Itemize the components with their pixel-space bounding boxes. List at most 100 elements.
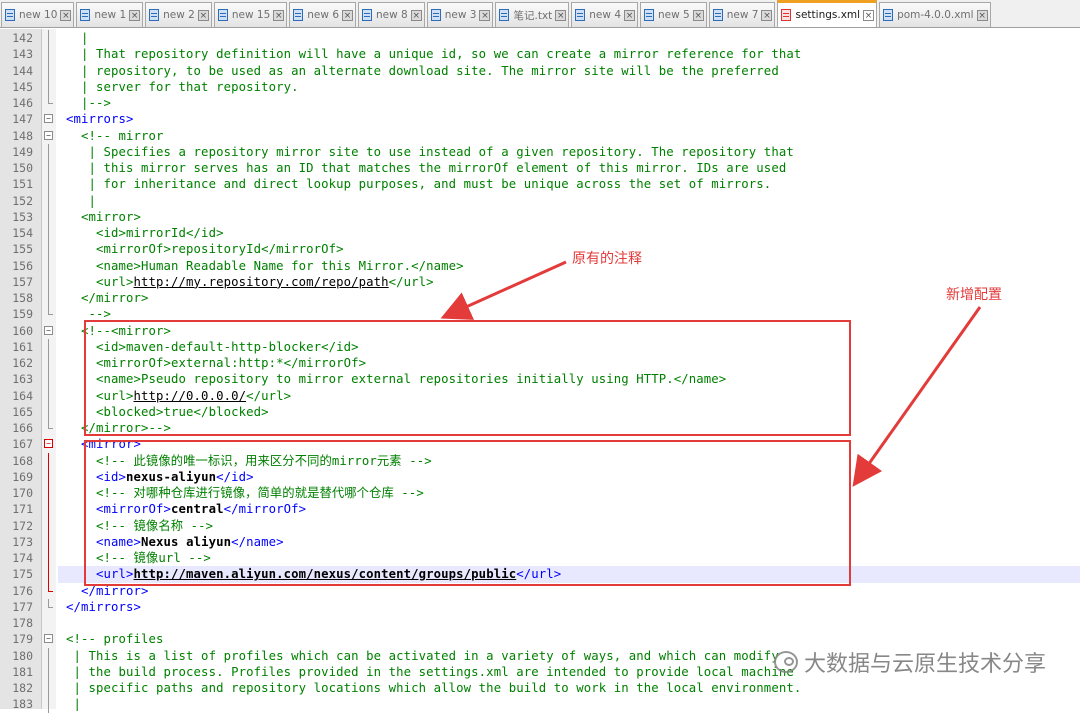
fold-toggle-icon[interactable]: − [44, 634, 53, 644]
tab-close-icon[interactable]: × [555, 9, 567, 21]
code-line[interactable]: 167 − <mirror> [0, 436, 1080, 452]
code-line[interactable]: 155 <mirrorOf>repositoryId</mirrorOf> [0, 241, 1080, 258]
code-line[interactable]: 183 | [0, 696, 1080, 713]
line-number: 164 [12, 388, 33, 403]
code-line[interactable]: 147 − <mirrors> [0, 111, 1080, 127]
tab-new-4[interactable]: new 4 × [571, 2, 639, 27]
code-line[interactable]: 179 − <!-- profiles [0, 631, 1080, 647]
tab-close-icon[interactable]: × [761, 9, 773, 21]
code-line[interactable]: 142 | [0, 30, 1080, 47]
tab-close-icon[interactable]: × [624, 9, 636, 21]
code-line[interactable]: 175 <url>http://maven.aliyun.com/nexus/c… [0, 566, 1080, 583]
code-line[interactable]: 170 <!-- 对哪种仓库进行镜像，简单的就是替代哪个仓库 --> [0, 485, 1080, 502]
tab-close-icon[interactable]: × [976, 9, 988, 21]
tab-new-1[interactable]: new 1 × [76, 2, 144, 27]
tab-close-icon[interactable]: × [342, 9, 354, 21]
comment-token: | That repository definition will have a… [66, 47, 802, 62]
tab-close-icon[interactable]: × [863, 9, 875, 21]
code-line[interactable]: 156 <name>Human Readable Name for this M… [0, 257, 1080, 274]
tab-close-icon[interactable]: × [479, 9, 491, 21]
code-line[interactable]: 152 | [0, 192, 1080, 209]
tab--txt[interactable]: 笔记.txt × [495, 2, 570, 27]
code-line[interactable]: 176 </mirror> [0, 582, 1080, 599]
code-line[interactable]: 171 <mirrorOf>central</mirrorOf> [0, 501, 1080, 518]
code-line[interactable]: 159 --> [0, 306, 1080, 322]
code-editor[interactable]: 142 | 143 | That repository definition wi… [0, 29, 1080, 713]
code-text: | repository, to be used as an alternate… [66, 63, 779, 79]
code-text: | server for that repository. [66, 79, 299, 95]
fold-line [48, 143, 49, 160]
tag-token: </id> [216, 469, 254, 484]
tag-token: </mirrorOf> [223, 502, 307, 517]
tab-close-icon[interactable]: × [273, 9, 285, 21]
tab-label: new 3 [444, 9, 477, 21]
code-line[interactable]: 180 | This is a list of profiles which c… [0, 647, 1080, 664]
code-line[interactable]: 177 </mirrors> [0, 598, 1080, 615]
fold-toggle-icon[interactable]: − [44, 114, 53, 124]
tab-close-icon[interactable]: × [60, 9, 72, 21]
code-line[interactable]: 150 | this mirror serves has an ID that … [0, 160, 1080, 177]
line-number: 176 [12, 583, 33, 598]
tab-new-3[interactable]: new 3 × [426, 2, 494, 27]
tab-new-6[interactable]: new 6 × [289, 2, 357, 27]
code-text: <name>Pseudo repository to mirror extern… [66, 371, 726, 387]
code-line[interactable]: 146 |--> [0, 95, 1080, 111]
tab-close-icon[interactable]: × [197, 9, 209, 21]
tab-new-7[interactable]: new 7 × [708, 2, 776, 27]
code-line[interactable]: 160 − <!--<mirror> [0, 323, 1080, 339]
tab-label: new 7 [726, 9, 759, 21]
tab-new-8[interactable]: new 8 × [358, 2, 425, 27]
tab-close-icon[interactable]: × [129, 9, 141, 21]
code-line[interactable]: 148 − <!-- mirror [0, 128, 1080, 144]
url-token[interactable]: http://maven.aliyun.com/nexus/content/gr… [134, 567, 517, 581]
fold-toggle-icon[interactable]: − [44, 439, 53, 449]
line-number: 166 [12, 421, 33, 435]
code-line[interactable]: 162 <mirrorOf>external:http:*</mirrorOf> [0, 355, 1080, 372]
code-line[interactable]: 178 [0, 615, 1080, 631]
code-line[interactable]: 157 <url>http://my.repository.com/repo/p… [0, 273, 1080, 290]
code-line[interactable]: 169 <id>nexus-aliyun</id> [0, 468, 1080, 485]
code-text: </mirror> [66, 583, 149, 599]
code-line[interactable]: 153 <mirror> [0, 208, 1080, 225]
line-number: 181 [12, 664, 33, 679]
tab-new-15[interactable]: new 15 × [213, 2, 288, 27]
tab-new-5[interactable]: new 5 × [640, 2, 707, 27]
file-icon [80, 9, 91, 21]
url-token[interactable]: http://0.0.0.0/ [134, 389, 247, 403]
code-line[interactable]: 144 | repository, to be used as an alter… [0, 62, 1080, 79]
code-line[interactable]: 164 <url>http://0.0.0.0/</url> [0, 387, 1080, 404]
tab-close-icon[interactable]: × [410, 9, 422, 21]
tab-new-2[interactable]: new 2 × [145, 2, 212, 27]
code-line[interactable]: 182 | specific paths and repository loca… [0, 680, 1080, 697]
code-line[interactable]: 172 <!-- 镜像名称 --> [0, 517, 1080, 534]
comment-token: <mirrorOf>repositoryId</mirrorOf> [66, 242, 344, 257]
tab-settings-xml[interactable]: settings.xml × [777, 0, 878, 27]
code-line[interactable]: 173 <name>Nexus aliyun</name> [0, 533, 1080, 550]
line-highlight [58, 631, 1080, 647]
code-line[interactable]: 145 | server for that repository. [0, 78, 1080, 95]
fold-toggle-icon[interactable]: − [44, 130, 53, 140]
fold-line [48, 387, 49, 404]
tab-pom-4-0-0-xml[interactable]: pom-4.0.0.xml × [879, 2, 991, 27]
tab-close-icon[interactable]: × [692, 9, 704, 21]
code-line[interactable]: 165 <blocked>true</blocked> [0, 403, 1080, 420]
code-text: <name>Nexus aliyun</name> [66, 534, 284, 550]
tab-label: new 10 [19, 9, 58, 21]
code-line[interactable]: 163 <name>Pseudo repository to mirror ex… [0, 371, 1080, 388]
code-line[interactable]: 161 <id>maven-default-http-blocker</id> [0, 338, 1080, 355]
file-icon [293, 9, 304, 21]
code-line[interactable]: 154 <id>mirrorId</id> [0, 225, 1080, 242]
comment-token: | repository, to be used as an alternate… [66, 63, 779, 78]
tab-new-10[interactable]: new 10 × [1, 2, 75, 27]
code-line[interactable]: 158 </mirror> [0, 290, 1080, 307]
code-line[interactable]: 174 <!-- 镜像url --> [0, 550, 1080, 567]
code-line[interactable]: 151 | for inheritance and direct lookup … [0, 176, 1080, 193]
code-line[interactable]: 168 <!-- 此镜像的唯一标识，用来区分不同的mirror元素 --> [0, 452, 1080, 469]
code-text: <!-- 镜像名称 --> [66, 518, 213, 534]
code-line[interactable]: 143 | That repository definition will ha… [0, 46, 1080, 63]
code-line[interactable]: 166 </mirror>--> [0, 420, 1080, 436]
code-line[interactable]: 181 | the build process. Profiles provid… [0, 663, 1080, 680]
fold-toggle-icon[interactable]: − [44, 325, 53, 335]
url-token[interactable]: http://my.repository.com/repo/path [134, 275, 389, 289]
code-line[interactable]: 149 | Specifies a repository mirror site… [0, 143, 1080, 160]
